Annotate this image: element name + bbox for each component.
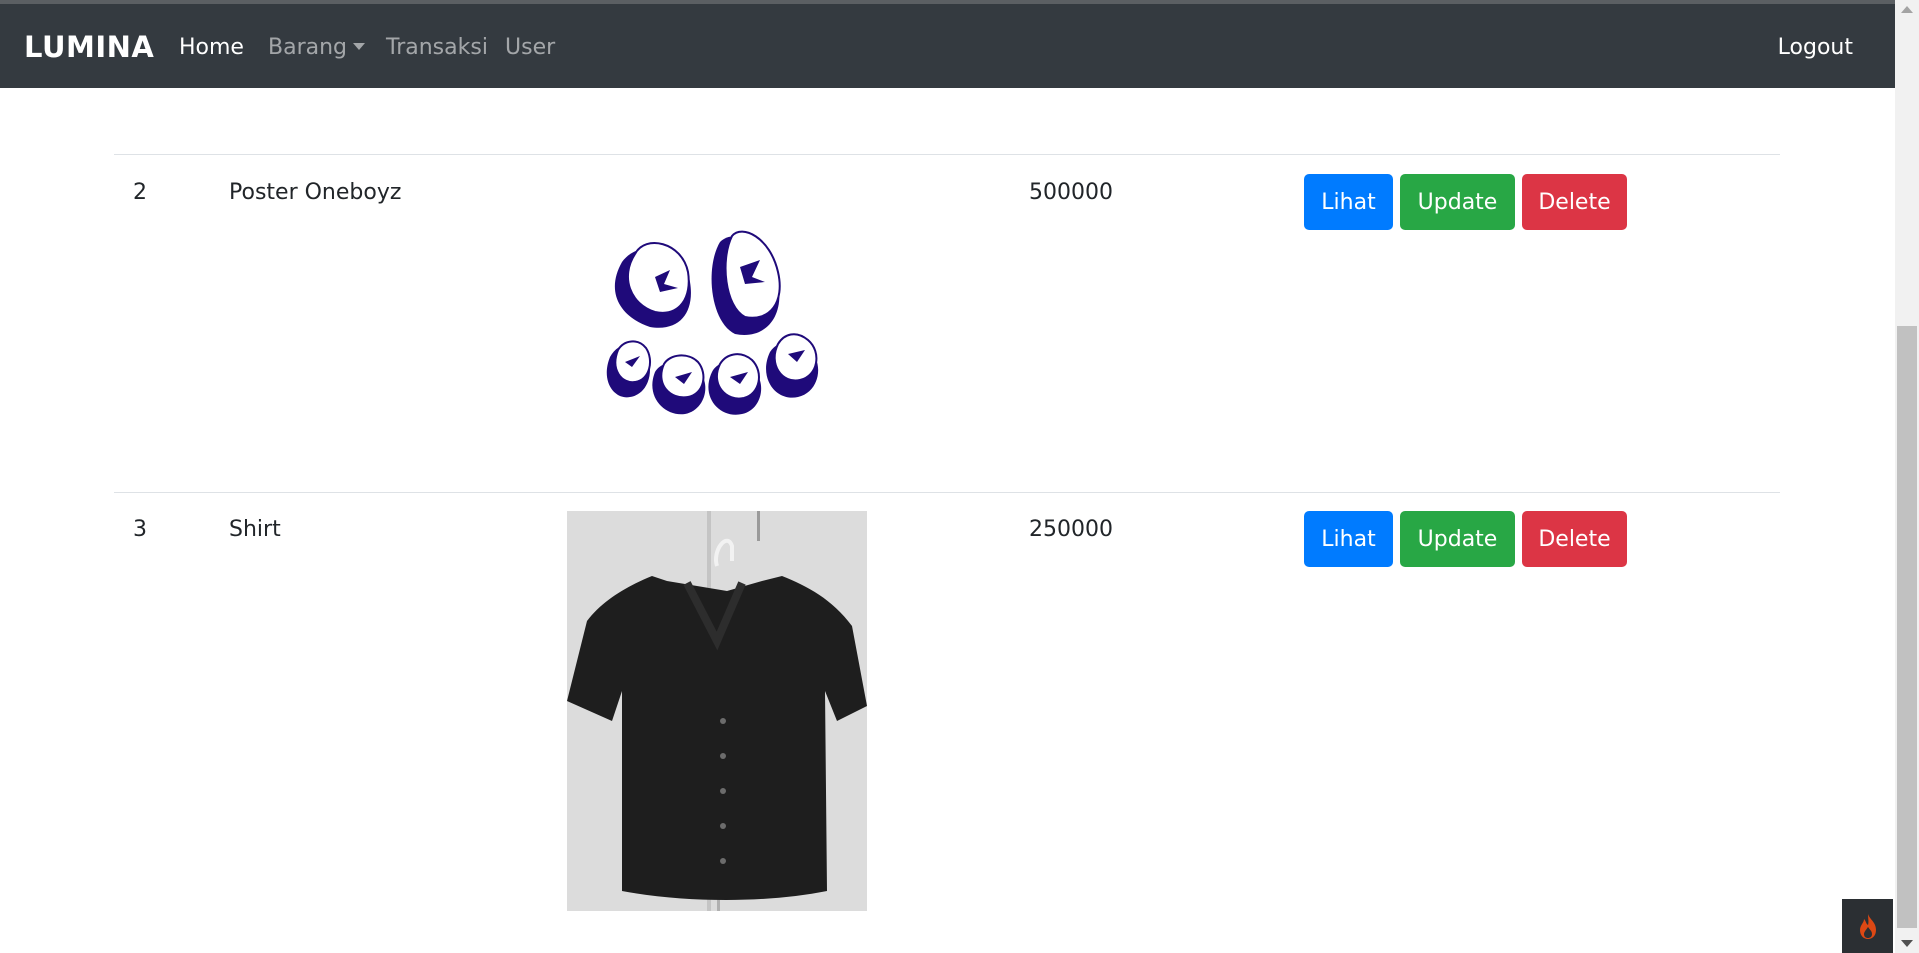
product-name: Poster Oneboyz bbox=[229, 180, 402, 205]
product-name: Shirt bbox=[229, 517, 281, 542]
row-number: 3 bbox=[133, 517, 147, 542]
product-price: 500000 bbox=[1029, 180, 1113, 205]
nav-barang-label: Barang bbox=[268, 35, 348, 60]
table-row-divider bbox=[114, 154, 1780, 155]
table-row-divider bbox=[114, 492, 1780, 493]
scrollbar-thumb[interactable] bbox=[1897, 326, 1917, 928]
poster-oneboyz-image bbox=[606, 230, 819, 415]
debug-toolbar-toggle[interactable] bbox=[1842, 899, 1893, 953]
lihat-button[interactable]: Lihat bbox=[1304, 174, 1393, 230]
nav-user[interactable]: User bbox=[505, 35, 555, 60]
update-button[interactable]: Update bbox=[1400, 511, 1515, 567]
nav-barang-dropdown[interactable]: Barang bbox=[268, 35, 366, 60]
chevron-down-icon bbox=[353, 43, 366, 50]
scroll-up-icon[interactable] bbox=[1901, 6, 1913, 13]
nav-home[interactable]: Home bbox=[179, 35, 244, 60]
lihat-button[interactable]: Lihat bbox=[1304, 511, 1393, 567]
scrollbar[interactable] bbox=[1895, 0, 1919, 953]
flame-icon bbox=[1859, 914, 1876, 939]
update-button[interactable]: Update bbox=[1400, 174, 1515, 230]
shirt-image bbox=[567, 511, 867, 911]
scroll-down-icon[interactable] bbox=[1901, 940, 1913, 947]
nav-transaksi[interactable]: Transaksi bbox=[386, 35, 488, 60]
logout-link[interactable]: Logout bbox=[1778, 35, 1853, 60]
delete-button[interactable]: Delete bbox=[1522, 174, 1627, 230]
product-price: 250000 bbox=[1029, 517, 1113, 542]
brand-logo[interactable]: LUMINA bbox=[24, 30, 154, 64]
row-number: 2 bbox=[133, 180, 147, 205]
delete-button[interactable]: Delete bbox=[1522, 511, 1627, 567]
navbar: LUMINA Home Barang Transaksi User Logout bbox=[0, 4, 1895, 88]
